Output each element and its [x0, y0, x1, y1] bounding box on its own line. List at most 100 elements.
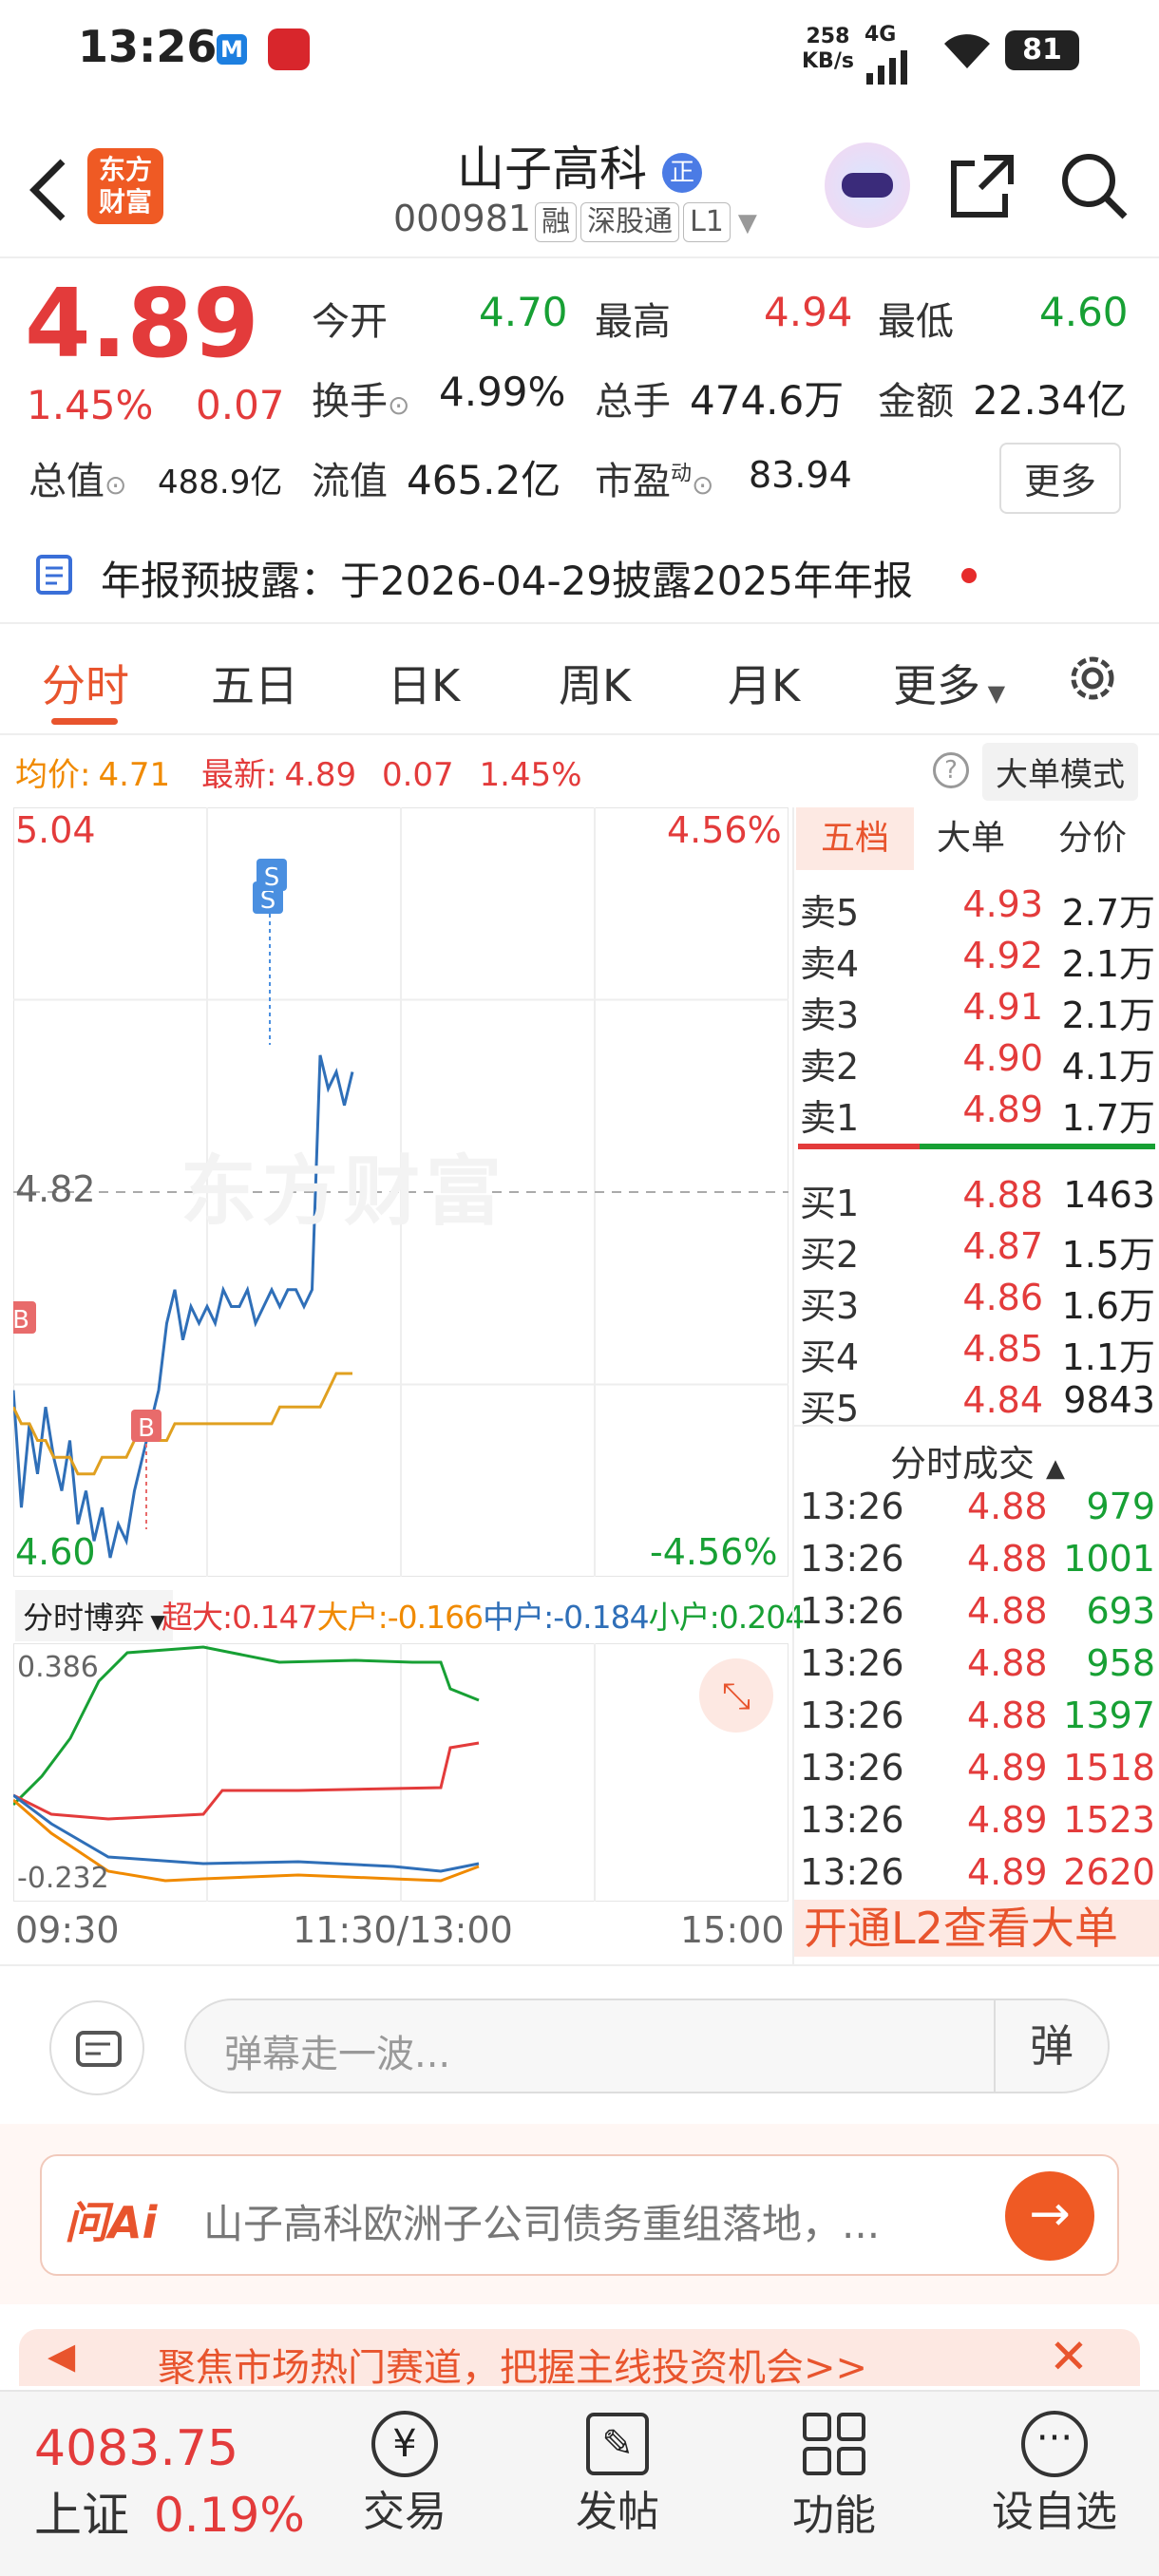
book-row-label: 买5 — [800, 1388, 860, 1430]
book-row-label: 卖4 — [800, 943, 860, 985]
bid-row[interactable]: 买3 4.86 1.6万 — [800, 1271, 1155, 1327]
book-tab-five[interactable]: 五档 — [796, 807, 914, 870]
share-icon[interactable] — [946, 150, 1018, 222]
pct-tick-high: 4.56% — [667, 809, 782, 851]
nav-functions[interactable]: 功能 — [777, 2411, 891, 2542]
buy-marker: B — [138, 1414, 155, 1443]
ask-row[interactable]: 卖2 4.90 4.1万 — [800, 1032, 1155, 1088]
tick-price: 4.88 — [967, 1590, 1048, 1632]
capital-flow-chart[interactable] — [13, 1643, 788, 1902]
danmaku-send-button[interactable]: 弹 — [994, 2000, 1108, 2092]
tab-more[interactable]: 更多 ▼ — [893, 652, 1005, 714]
tab-weekly-k[interactable]: 周K — [559, 652, 631, 714]
dropdown-icon[interactable]: ▼ — [738, 209, 757, 237]
ask-row[interactable]: 卖1 4.89 1.7万 — [800, 1083, 1155, 1139]
tab-five-day[interactable]: 五日 — [211, 652, 298, 714]
tick-price: 4.88 — [967, 1538, 1048, 1580]
book-row-price: 4.89 — [962, 1089, 1043, 1130]
book-row-price: 4.91 — [962, 986, 1043, 1028]
ask-row[interactable]: 卖4 4.92 2.1万 — [800, 929, 1155, 985]
app-notification-icon: M — [217, 34, 247, 65]
super-large-line — [13, 1741, 480, 1821]
divider — [0, 256, 1159, 258]
ai-send-button[interactable]: → — [1005, 2171, 1094, 2261]
tab-daily-k[interactable]: 日K — [388, 652, 460, 714]
tick-volume: 958 — [1086, 1642, 1155, 1684]
book-row-volume: 1.7万 — [1061, 1097, 1155, 1139]
ask-row[interactable]: 卖5 4.93 2.7万 — [800, 878, 1155, 934]
notice-bar[interactable]: 年报预披露：于2026-04-29披露2025年年报 — [34, 545, 1136, 612]
tick-volume: 1518 — [1063, 1747, 1155, 1789]
more-quote-button[interactable]: 更多 — [999, 443, 1122, 514]
book-row-price: 4.84 — [962, 1379, 1043, 1421]
book-row-label: 买3 — [800, 1285, 860, 1327]
sub-y-bottom: -0.232 — [17, 1862, 109, 1895]
sell-marker: S — [264, 863, 280, 892]
wifi-icon — [944, 34, 990, 68]
danmaku-settings-icon[interactable] — [49, 2000, 144, 2095]
tab-monthly-k[interactable]: 月K — [728, 652, 800, 714]
help-icon[interactable]: ? — [933, 752, 969, 788]
tick-row: 13:26 4.88 693 — [800, 1588, 1155, 1640]
badge-margin: 融 — [535, 202, 578, 242]
low-label: 最低 — [878, 300, 954, 344]
x-tick-mid: 11:30/13:00 — [293, 1909, 513, 1951]
bid-row[interactable]: 买4 4.85 1.1万 — [800, 1322, 1155, 1378]
nav-post[interactable]: ✎ 发帖 — [560, 2411, 674, 2538]
expand-icon[interactable]: ⤡ — [699, 1658, 773, 1733]
mktcap-value: 488.9亿 — [158, 464, 283, 502]
tick-price: 4.88 — [967, 1695, 1048, 1736]
search-icon[interactable] — [1056, 148, 1132, 224]
capital-flow-legend: 超大:0.147大户:-0.166中户:-0.184小户:0.204 — [162, 1592, 806, 1638]
book-tab-big[interactable]: 大单 — [937, 807, 1005, 870]
book-row-label: 卖1 — [800, 1097, 860, 1139]
high-label: 最高 — [595, 300, 671, 344]
settings-gear-icon[interactable] — [1062, 648, 1123, 709]
legend-small: 小户:0.204 — [648, 1599, 806, 1636]
y-tick-high: 5.04 — [15, 809, 96, 851]
book-row-label: 买2 — [800, 1234, 860, 1276]
ai-question-box[interactable]: 问Ai 山子高科欧洲子公司债务重组落地，... → — [40, 2154, 1119, 2276]
book-row-price: 4.93 — [962, 883, 1043, 925]
bid-row[interactable]: 买1 4.88 1463 — [800, 1168, 1155, 1224]
unread-dot — [961, 568, 977, 583]
big-order-mode-button[interactable]: 大单模式 — [982, 743, 1138, 801]
sub-chart-selector[interactable]: 分时博弈 ▼ — [15, 1590, 173, 1641]
app-logo: 东方 财富 — [87, 148, 163, 224]
badge-level: L1 — [683, 202, 731, 242]
nav-add-watchlist[interactable]: ··· 设自选 — [978, 2411, 1130, 2538]
tick-row: 13:26 4.89 1523 — [800, 1797, 1155, 1849]
book-row-label: 卖5 — [800, 892, 860, 934]
book-row-price: 4.90 — [962, 1037, 1043, 1079]
x-tick-close: 15:00 — [680, 1909, 785, 1951]
change-percent: 1.45% — [27, 382, 154, 428]
tick-volume: 1397 — [1063, 1695, 1155, 1736]
book-row-price: 4.85 — [962, 1328, 1043, 1370]
back-button[interactable] — [19, 152, 76, 228]
danmaku-input[interactable]: 弹幕走一波... 弹 — [184, 1998, 1110, 2093]
book-tab-price[interactable]: 分价 — [1058, 807, 1127, 870]
ticks-title[interactable]: 分时成交 ▲ — [794, 1425, 1159, 1487]
l2-banner[interactable]: 开通L2查看大单 — [794, 1900, 1159, 1957]
robot-assistant-icon[interactable] — [825, 142, 910, 228]
sub-y-top: 0.386 — [17, 1651, 99, 1684]
tick-list: 13:26 4.88 979 13:26 4.88 1001 13:26 4.88 693 13:… — [800, 1484, 1155, 1902]
tab-active-underline — [51, 718, 118, 725]
ask-list: 卖5 4.93 2.7万 卖4 4.92 2.1万 卖3 4.91 2.1万 卖2 4.90 4.1万… — [800, 878, 1155, 1139]
promo-banner[interactable]: ◀ 聚焦市场热门赛道，把握主线投资机会>> ✕ — [19, 2329, 1140, 2386]
book-row-label: 卖2 — [800, 1046, 860, 1088]
book-row-price: 4.86 — [962, 1277, 1043, 1318]
ask-row[interactable]: 卖3 4.91 2.1万 — [800, 980, 1155, 1036]
tick-time: 13:26 — [800, 1747, 904, 1789]
index-ticker[interactable]: 4083.75 上证 0.19% — [34, 2420, 319, 2546]
bid-row[interactable]: 买2 4.87 1.5万 — [800, 1220, 1155, 1276]
book-row-price: 4.87 — [962, 1225, 1043, 1267]
tab-intraday[interactable]: 分时 — [42, 652, 129, 714]
bid-list: 买1 4.88 1463 买2 4.87 1.5万 买3 4.86 1.6万 买4 4.85 1.1万… — [800, 1168, 1155, 1430]
nav-trade[interactable]: ¥ 交易 — [348, 2411, 462, 2538]
promo-close-icon[interactable]: ✕ — [1049, 2329, 1089, 2384]
tick-time: 13:26 — [800, 1642, 904, 1684]
tick-volume: 2620 — [1063, 1851, 1155, 1893]
tick-time: 13:26 — [800, 1851, 904, 1893]
bid-row[interactable]: 买5 4.84 9843 — [800, 1373, 1155, 1430]
